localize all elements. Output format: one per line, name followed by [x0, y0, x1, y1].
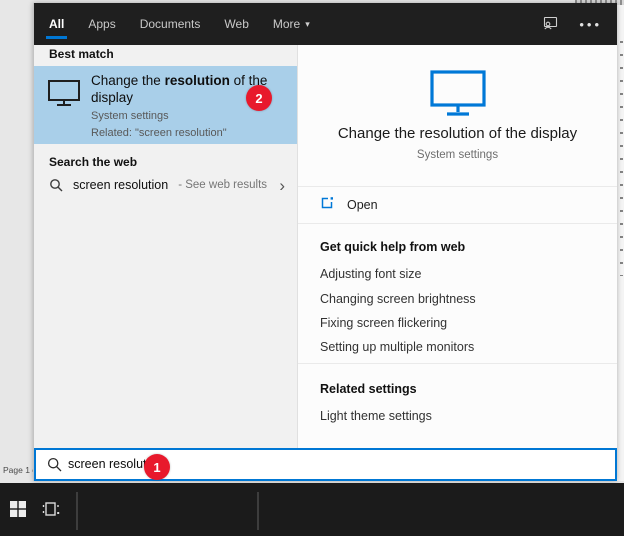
preview-title: Change the resolution of the display	[298, 125, 617, 142]
tab-documents[interactable]: Documents	[140, 3, 201, 45]
preview-panel: Change the resolution of the display Sys…	[298, 45, 617, 448]
best-match-header: Best match	[49, 47, 114, 61]
open-label: Open	[347, 198, 378, 212]
open-action[interactable]: Open	[298, 186, 617, 224]
help-section-header: Get quick help from web	[320, 240, 465, 254]
task-view-icon[interactable]	[42, 501, 60, 518]
monitor-icon	[47, 79, 81, 112]
help-link-brightness[interactable]: Changing screen brightness	[320, 292, 476, 306]
taskbar	[0, 483, 624, 536]
tab-all[interactable]: All	[49, 3, 64, 45]
search-flyout: All Apps Documents Web More ▾	[33, 3, 617, 481]
best-match-result[interactable]: Change the resolution of the display Sys…	[34, 66, 297, 144]
tab-web[interactable]: Web	[224, 3, 248, 45]
feedback-icon[interactable]	[542, 15, 559, 34]
start-button-windows-logo-icon[interactable]	[10, 501, 26, 517]
search-input[interactable]: screen resolution 1	[34, 448, 617, 481]
screen: Page 1 o All Apps Documents Web More ▾	[0, 0, 624, 536]
tab-more[interactable]: More ▾	[273, 3, 310, 45]
display-monitor-icon	[429, 69, 487, 122]
results-panel: Best match Change the resolution of the …	[34, 45, 297, 448]
related-link-light-theme[interactable]: Light theme settings	[320, 409, 432, 423]
annotation-badge-1: 1	[144, 454, 170, 480]
help-link-multiple-monitors[interactable]: Setting up multiple monitors	[320, 340, 474, 354]
background-document-edge	[617, 5, 624, 481]
search-web-header: Search the web	[49, 155, 137, 169]
best-match-related: Related: "screen resolution"	[91, 127, 227, 139]
background-text-fragments	[620, 41, 623, 276]
search-results-area: Best match Change the resolution of the …	[34, 45, 617, 448]
help-link-flickering[interactable]: Fixing screen flickering	[320, 316, 447, 330]
tab-documents-label: Documents	[140, 17, 201, 31]
chevron-right-icon[interactable]: ›	[279, 177, 285, 194]
section-divider	[298, 363, 617, 364]
taskbar-separator	[257, 492, 259, 530]
header-actions: •••	[542, 3, 602, 45]
search-filter-bar: All Apps Documents Web More ▾	[34, 3, 617, 45]
active-tab-underline	[46, 36, 67, 39]
open-icon	[320, 196, 334, 215]
web-result-suffix: - See web results	[178, 179, 267, 191]
annotation-badge-2: 2	[246, 85, 272, 111]
preview-subtitle: System settings	[298, 149, 617, 161]
more-options-icon[interactable]: •••	[579, 17, 602, 32]
related-settings-header: Related settings	[320, 382, 417, 396]
best-match-title: Change the resolution of the display	[91, 72, 271, 106]
search-icon	[47, 457, 62, 477]
search-icon	[49, 178, 63, 192]
best-match-subtitle: System settings	[91, 110, 169, 122]
tab-apps[interactable]: Apps	[88, 3, 115, 45]
web-result-query: screen resolution	[73, 178, 168, 192]
tab-all-label: All	[49, 17, 64, 31]
word-page-status: Page 1 o	[3, 465, 37, 475]
tab-more-label: More	[273, 17, 300, 31]
chevron-down-icon: ▾	[305, 19, 310, 30]
tab-apps-label: Apps	[88, 17, 115, 31]
help-link-adjust-font[interactable]: Adjusting font size	[320, 267, 421, 281]
taskbar-separator	[76, 492, 78, 530]
tab-web-label: Web	[224, 17, 248, 31]
web-search-result[interactable]: screen resolution - See web results ›	[34, 170, 297, 200]
